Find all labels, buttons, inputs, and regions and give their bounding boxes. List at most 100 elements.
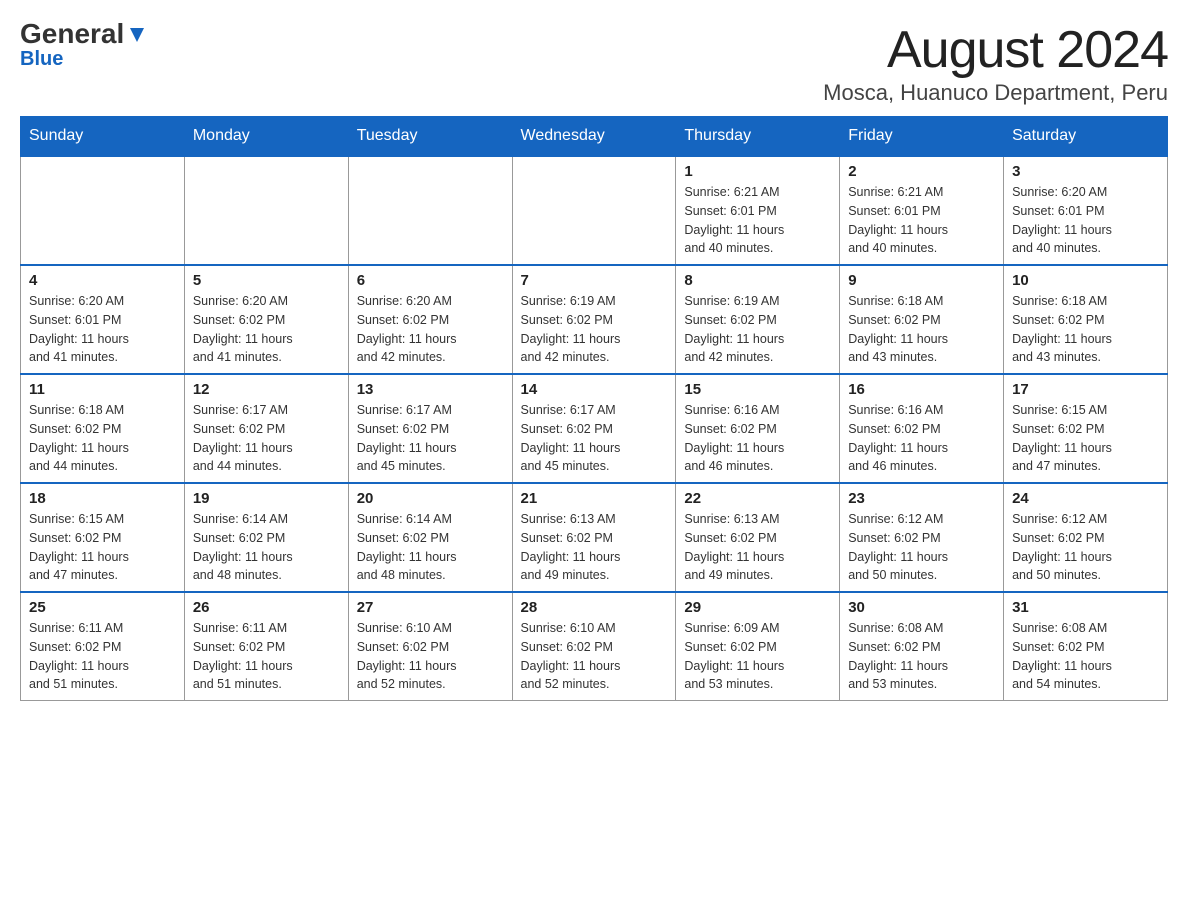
calendar-day-cell: 9 Sunrise: 6:18 AMSunset: 6:02 PMDaylight… [840, 265, 1004, 374]
calendar-day-cell: 20 Sunrise: 6:14 AMSunset: 6:02 PMDayligh… [348, 483, 512, 592]
day-info: Sunrise: 6:14 AMSunset: 6:02 PMDaylight:… [193, 510, 340, 585]
day-info: Sunrise: 6:12 AMSunset: 6:02 PMDaylight:… [848, 510, 995, 585]
calendar-week-row: 25 Sunrise: 6:11 AMSunset: 6:02 PMDayligh… [21, 592, 1168, 701]
day-info: Sunrise: 6:17 AMSunset: 6:02 PMDaylight:… [193, 401, 340, 476]
calendar-day-cell: 2 Sunrise: 6:21 AMSunset: 6:01 PMDaylight… [840, 156, 1004, 265]
day-header-saturday: Saturday [1004, 117, 1168, 157]
day-info: Sunrise: 6:14 AMSunset: 6:02 PMDaylight:… [357, 510, 504, 585]
calendar-week-row: 18Sunrise: 6:15 AMSunset: 6:02 PMDayligh… [21, 483, 1168, 592]
day-info: Sunrise: 6:08 AMSunset: 6:02 PMDaylight:… [1012, 619, 1159, 694]
day-info: Sunrise: 6:18 AMSunset: 6:02 PMDaylight:… [1012, 292, 1159, 367]
calendar-day-cell: 19 Sunrise: 6:14 AMSunset: 6:02 PMDayligh… [184, 483, 348, 592]
calendar-day-cell: 27 Sunrise: 6:10 AMSunset: 6:02 PMDayligh… [348, 592, 512, 701]
day-info: Sunrise: 6:21 AMSunset: 6:01 PMDaylight:… [684, 183, 831, 258]
day-number: 28 [521, 599, 668, 616]
calendar-day-cell: 4Sunrise: 6:20 AMSunset: 6:01 PMDaylight… [21, 265, 185, 374]
day-info: Sunrise: 6:19 AMSunset: 6:02 PMDaylight:… [684, 292, 831, 367]
day-header-friday: Friday [840, 117, 1004, 157]
title-section: August 2024 Mosca, Huanuco Department, P… [823, 20, 1168, 106]
day-number: 17 [1012, 381, 1159, 398]
day-number: 15 [684, 381, 831, 398]
day-number: 9 [848, 272, 995, 289]
day-number: 4 [29, 272, 176, 289]
day-info: Sunrise: 6:11 AMSunset: 6:02 PMDaylight:… [193, 619, 340, 694]
calendar-day-cell: 22Sunrise: 6:13 AMSunset: 6:02 PMDayligh… [676, 483, 840, 592]
day-number: 5 [193, 272, 340, 289]
calendar-day-cell: 16Sunrise: 6:16 AMSunset: 6:02 PMDayligh… [840, 374, 1004, 483]
day-number: 27 [357, 599, 504, 616]
calendar-day-cell: 5 Sunrise: 6:20 AMSunset: 6:02 PMDaylight… [184, 265, 348, 374]
day-info: Sunrise: 6:10 AMSunset: 6:02 PMDaylight:… [357, 619, 504, 694]
day-number: 19 [193, 490, 340, 507]
calendar-day-cell [512, 156, 676, 265]
day-info: Sunrise: 6:20 AMSunset: 6:02 PMDaylight:… [193, 292, 340, 367]
day-info: Sunrise: 6:19 AMSunset: 6:02 PMDaylight:… [521, 292, 668, 367]
day-number: 26 [193, 599, 340, 616]
day-number: 7 [521, 272, 668, 289]
calendar-day-cell: 11 Sunrise: 6:18 AMSunset: 6:02 PMDayligh… [21, 374, 185, 483]
day-info: Sunrise: 6:17 AMSunset: 6:02 PMDaylight:… [521, 401, 668, 476]
day-number: 1 [684, 163, 831, 180]
day-number: 8 [684, 272, 831, 289]
calendar-day-cell: 10 Sunrise: 6:18 AMSunset: 6:02 PMDayligh… [1004, 265, 1168, 374]
day-info: Sunrise: 6:13 AMSunset: 6:02 PMDaylight:… [521, 510, 668, 585]
day-info: Sunrise: 6:20 AMSunset: 6:01 PMDaylight:… [1012, 183, 1159, 258]
day-info: Sunrise: 6:16 AMSunset: 6:02 PMDaylight:… [684, 401, 831, 476]
location-title: Mosca, Huanuco Department, Peru [823, 80, 1168, 106]
calendar-day-cell: 18Sunrise: 6:15 AMSunset: 6:02 PMDayligh… [21, 483, 185, 592]
day-info: Sunrise: 6:12 AMSunset: 6:02 PMDaylight:… [1012, 510, 1159, 585]
month-title: August 2024 [823, 20, 1168, 80]
day-info: Sunrise: 6:09 AMSunset: 6:02 PMDaylight:… [684, 619, 831, 694]
day-number: 16 [848, 381, 995, 398]
day-info: Sunrise: 6:21 AMSunset: 6:01 PMDaylight:… [848, 183, 995, 258]
logo-blue-text: Blue [20, 48, 63, 70]
calendar-day-cell [348, 156, 512, 265]
calendar-day-cell: 31 Sunrise: 6:08 AMSunset: 6:02 PMDayligh… [1004, 592, 1168, 701]
calendar-day-cell: 30Sunrise: 6:08 AMSunset: 6:02 PMDayligh… [840, 592, 1004, 701]
day-number: 14 [521, 381, 668, 398]
calendar-day-cell: 29 Sunrise: 6:09 AMSunset: 6:02 PMDayligh… [676, 592, 840, 701]
calendar-day-cell: 1 Sunrise: 6:21 AMSunset: 6:01 PMDaylight… [676, 156, 840, 265]
day-info: Sunrise: 6:20 AMSunset: 6:02 PMDaylight:… [357, 292, 504, 367]
calendar-week-row: 1 Sunrise: 6:21 AMSunset: 6:01 PMDaylight… [21, 156, 1168, 265]
day-number: 3 [1012, 163, 1159, 180]
day-info: Sunrise: 6:11 AMSunset: 6:02 PMDaylight:… [29, 619, 176, 694]
calendar-header-row: SundayMondayTuesdayWednesdayThursdayFrid… [21, 117, 1168, 157]
calendar-day-cell: 24 Sunrise: 6:12 AMSunset: 6:02 PMDayligh… [1004, 483, 1168, 592]
day-number: 31 [1012, 599, 1159, 616]
day-number: 24 [1012, 490, 1159, 507]
calendar-day-cell: 12 Sunrise: 6:17 AMSunset: 6:02 PMDayligh… [184, 374, 348, 483]
day-info: Sunrise: 6:13 AMSunset: 6:02 PMDaylight:… [684, 510, 831, 585]
day-info: Sunrise: 6:17 AMSunset: 6:02 PMDaylight:… [357, 401, 504, 476]
calendar-day-cell: 28Sunrise: 6:10 AMSunset: 6:02 PMDayligh… [512, 592, 676, 701]
day-header-tuesday: Tuesday [348, 117, 512, 157]
day-header-monday: Monday [184, 117, 348, 157]
calendar-day-cell: 6 Sunrise: 6:20 AMSunset: 6:02 PMDaylight… [348, 265, 512, 374]
calendar-day-cell [184, 156, 348, 265]
day-number: 20 [357, 490, 504, 507]
day-info: Sunrise: 6:08 AMSunset: 6:02 PMDaylight:… [848, 619, 995, 694]
day-header-thursday: Thursday [676, 117, 840, 157]
day-info: Sunrise: 6:18 AMSunset: 6:02 PMDaylight:… [29, 401, 176, 476]
calendar-day-cell: 17 Sunrise: 6:15 AMSunset: 6:02 PMDayligh… [1004, 374, 1168, 483]
day-info: Sunrise: 6:18 AMSunset: 6:02 PMDaylight:… [848, 292, 995, 367]
day-header-sunday: Sunday [21, 117, 185, 157]
day-number: 12 [193, 381, 340, 398]
day-info: Sunrise: 6:15 AMSunset: 6:02 PMDaylight:… [1012, 401, 1159, 476]
day-number: 29 [684, 599, 831, 616]
day-number: 11 [29, 381, 176, 398]
logo-triangle-icon [126, 24, 148, 46]
day-number: 6 [357, 272, 504, 289]
logo-general-text: General [20, 20, 124, 48]
day-number: 10 [1012, 272, 1159, 289]
calendar-day-cell: 21 Sunrise: 6:13 AMSunset: 6:02 PMDayligh… [512, 483, 676, 592]
calendar-day-cell: 25 Sunrise: 6:11 AMSunset: 6:02 PMDayligh… [21, 592, 185, 701]
day-number: 23 [848, 490, 995, 507]
day-header-wednesday: Wednesday [512, 117, 676, 157]
calendar-day-cell: 8 Sunrise: 6:19 AMSunset: 6:02 PMDaylight… [676, 265, 840, 374]
calendar-day-cell: 3 Sunrise: 6:20 AMSunset: 6:01 PMDaylight… [1004, 156, 1168, 265]
day-number: 25 [29, 599, 176, 616]
day-number: 2 [848, 163, 995, 180]
day-number: 21 [521, 490, 668, 507]
calendar-table: SundayMondayTuesdayWednesdayThursdayFrid… [20, 116, 1168, 701]
